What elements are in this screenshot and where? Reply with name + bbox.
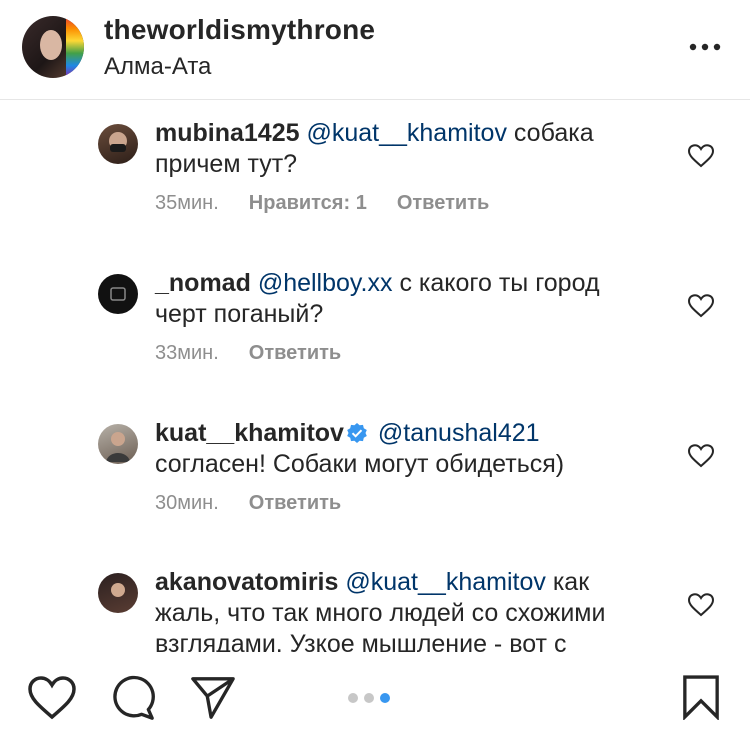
comment-text: _nomad @hellboy.xx с какого ты город чер… [155,268,655,330]
comment-text: akanovatomiris @kuat__khamitov как жаль,… [155,567,655,652]
carousel-dot [348,693,358,703]
comment-username[interactable]: _nomad [155,269,251,297]
author-avatar[interactable] [22,16,84,78]
person-avatar-icon [106,432,130,462]
heart-outline-icon[interactable] [28,676,76,720]
comment-meta: 35мин. Нравится: 1 Ответить [155,192,655,215]
more-dots-icon[interactable] [688,38,722,56]
person-avatar-icon [111,583,125,597]
comment-mention[interactable]: @kuat__khamitov [306,119,506,147]
commenter-avatar[interactable] [98,274,138,314]
comment-mention[interactable]: @hellboy.xx [258,269,393,297]
post-location[interactable]: Алма-Ата [104,53,211,81]
commenter-avatar[interactable] [98,424,138,464]
reply-button[interactable]: Ответить [397,192,489,215]
comment-username[interactable]: mubina1425 [155,119,300,147]
comment-time: 35мин. [155,192,219,214]
comment-likes[interactable]: Нравится: 1 [249,192,367,215]
carousel-dot [364,693,374,703]
commenter-avatar[interactable] [98,573,138,613]
carousel-dot-active [380,693,390,703]
heart-outline-icon[interactable] [688,593,714,617]
carousel-indicator [348,693,390,703]
comment-time: 33мин. [155,342,219,364]
paper-plane-icon[interactable] [190,675,236,721]
comment-meta: 33мин. Ответить [155,342,655,365]
comment-mention[interactable]: @tanushal421 [378,419,540,447]
post-header: theworldismythrone Алма-Ата [0,0,750,100]
avatar-face-shape [40,30,62,60]
author-username[interactable]: theworldismythrone [104,14,375,46]
reply-button[interactable]: Ответить [249,342,341,365]
mask-face-icon [109,132,127,152]
logo-avatar-icon [110,287,126,301]
comment-meta: 30мин. Ответить [155,492,655,515]
avatar-rainbow-stripe [66,16,84,78]
comment-username[interactable]: kuat__khamitov [155,419,344,447]
bookmark-outline-icon[interactable] [682,674,720,720]
comment-body: согласен! Собаки могут обидеться) [155,450,565,478]
verified-badge-icon [347,423,367,443]
comment-mention[interactable]: @kuat__khamitov [345,568,545,596]
post-action-bar [0,660,750,738]
comment-time: 30мин. [155,492,219,514]
heart-outline-icon[interactable] [688,444,714,468]
comment-item: akanovatomiris @kuat__khamitov как жаль,… [0,567,750,652]
heart-outline-icon[interactable] [688,144,714,168]
comment-text: kuat__khamitov @tanushal421 согласен! Со… [155,418,655,480]
commenter-avatar[interactable] [98,124,138,164]
reply-button[interactable]: Ответить [249,492,341,515]
comment-username[interactable]: akanovatomiris [155,568,338,596]
heart-outline-icon[interactable] [688,294,714,318]
comment-text: mubina1425 @kuat__khamitov собака причем… [155,118,655,180]
header-divider [0,99,750,100]
comment-bubble-icon[interactable] [110,675,156,721]
